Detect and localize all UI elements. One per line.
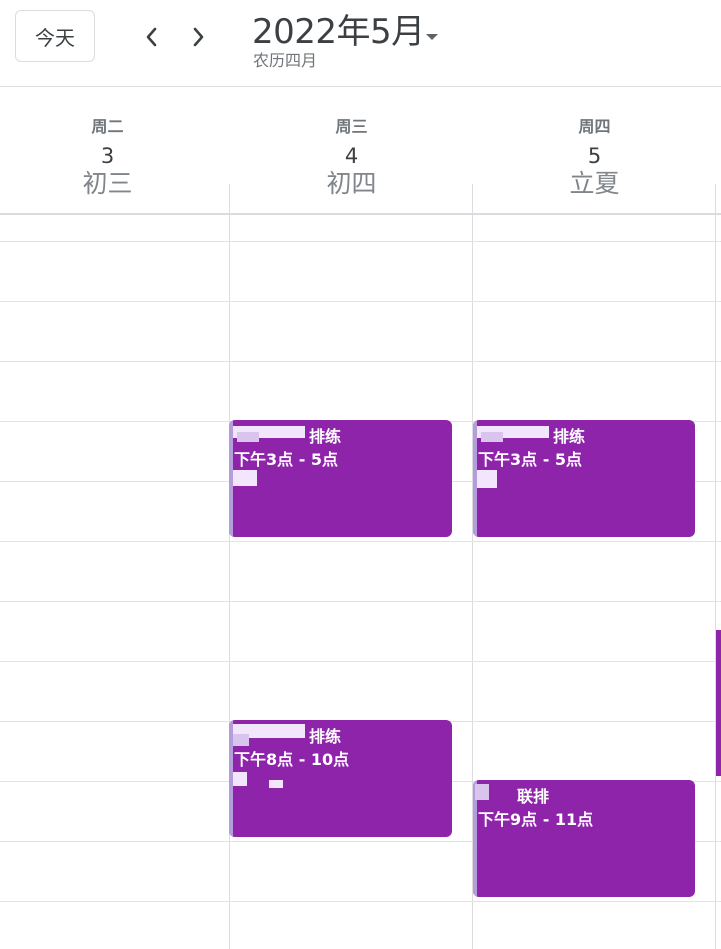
event-title: 联排 [517,787,550,806]
event-time: 下午8点 - 10点 [234,750,350,769]
redacted-text [233,772,247,786]
month-dropdown-button[interactable] [420,22,444,52]
weekday-label: 周三 [335,117,368,136]
day-header-tue[interactable]: 周二 3 初三 [0,86,229,214]
event-card[interactable]: 排练 下午3点 - 5点 [229,420,452,537]
event-card[interactable]: 排练 下午3点 - 5点 [473,420,695,537]
month-title[interactable]: 2022年5月 [252,4,425,53]
event-title: 排练 [309,427,342,446]
hour-line [0,241,721,242]
today-button[interactable]: 今天 [15,10,95,62]
lunar-date: 初四 [326,169,377,198]
offscreen-event-edge[interactable] [716,630,721,776]
chevron-left-icon [146,27,157,47]
column-divider [715,184,716,949]
event-time: 下午3点 - 5点 [478,450,583,469]
hour-line [0,601,721,602]
caret-down-icon [426,34,438,40]
hour-line [0,661,721,662]
calendar-app: 今天 2022年5月 农历四月 周二 3 初三 周三 4 初四 周四 5 立夏 … [0,0,721,949]
hour-line [0,901,721,902]
chevron-right-icon [193,27,204,47]
redacted-text [269,780,283,788]
redacted-text [233,470,257,486]
event-time: 下午3点 - 5点 [234,450,339,469]
redacted-text [233,734,249,746]
redacted-text [481,432,503,442]
hour-line [0,541,721,542]
weekday-label: 周四 [578,117,611,136]
calendar-header: 今天 2022年5月 农历四月 [0,0,721,87]
redacted-text [475,784,489,800]
header-divider [0,213,721,215]
weekday-label: 周二 [91,117,124,136]
hour-line [0,301,721,302]
hour-line [0,361,721,362]
lunar-month-subtitle: 农历四月 [253,51,318,70]
redacted-text [477,470,497,488]
previous-period-button[interactable] [136,20,166,54]
lunar-date: 初三 [82,169,133,198]
event-title: 排练 [309,727,342,746]
event-title: 排练 [553,427,586,446]
event-card[interactable]: 排练 下午8点 - 10点 [229,720,452,837]
day-header-wed[interactable]: 周三 4 初四 [230,86,473,214]
event-time: 下午9点 - 11点 [478,810,594,829]
redacted-text [237,432,259,442]
day-header-thu[interactable]: 周四 5 立夏 [473,86,716,214]
next-period-button[interactable] [184,20,214,54]
lunar-date: 立夏 [569,169,620,198]
event-card[interactable]: 联排 下午9点 - 11点 [473,780,695,897]
